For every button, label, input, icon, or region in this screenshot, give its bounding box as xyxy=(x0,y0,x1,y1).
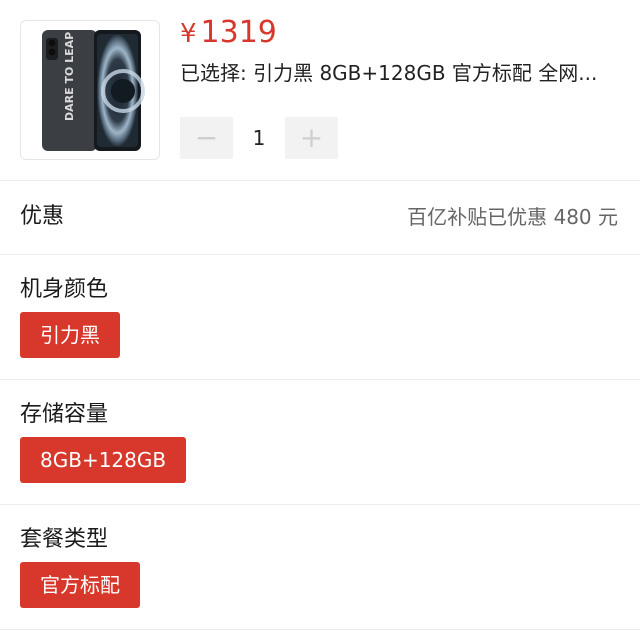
divider xyxy=(0,629,640,630)
product-header: DARE TO LEAP ¥1319 已选择: 引力黑 8GB+128GB 官方… xyxy=(0,0,640,180)
color-section-title: 机身颜色 xyxy=(20,277,109,302)
divider xyxy=(0,379,640,380)
quantity-increase-button[interactable]: + xyxy=(285,117,338,159)
product-thumbnail[interactable]: DARE TO LEAP xyxy=(20,20,160,160)
selected-options-text: 已选择: 引力黑 8GB+128GB 官方标配 全网... xyxy=(180,61,598,85)
package-section-title: 套餐类型 xyxy=(20,527,109,552)
quantity-value[interactable]: 1 xyxy=(236,117,282,159)
storage-section-title: 存储容量 xyxy=(20,402,109,427)
currency-symbol: ¥ xyxy=(180,19,197,49)
divider xyxy=(0,504,640,505)
divider xyxy=(0,254,640,255)
discount-value: 百亿补贴已优惠 480 元 xyxy=(407,205,618,229)
package-option-selected[interactable]: 官方标配 xyxy=(20,562,140,608)
storage-option-selected[interactable]: 8GB+128GB xyxy=(20,437,187,483)
quantity-decrease-button[interactable]: − xyxy=(180,117,233,159)
divider xyxy=(0,180,640,181)
discount-label: 优惠 xyxy=(20,204,65,229)
product-price: ¥1319 xyxy=(180,14,277,53)
price-value: 1319 xyxy=(200,15,277,50)
phone-print: DARE TO LEAP xyxy=(63,32,76,121)
phone-image: DARE TO LEAP xyxy=(42,30,145,151)
color-option-selected[interactable]: 引力黑 xyxy=(20,312,120,358)
